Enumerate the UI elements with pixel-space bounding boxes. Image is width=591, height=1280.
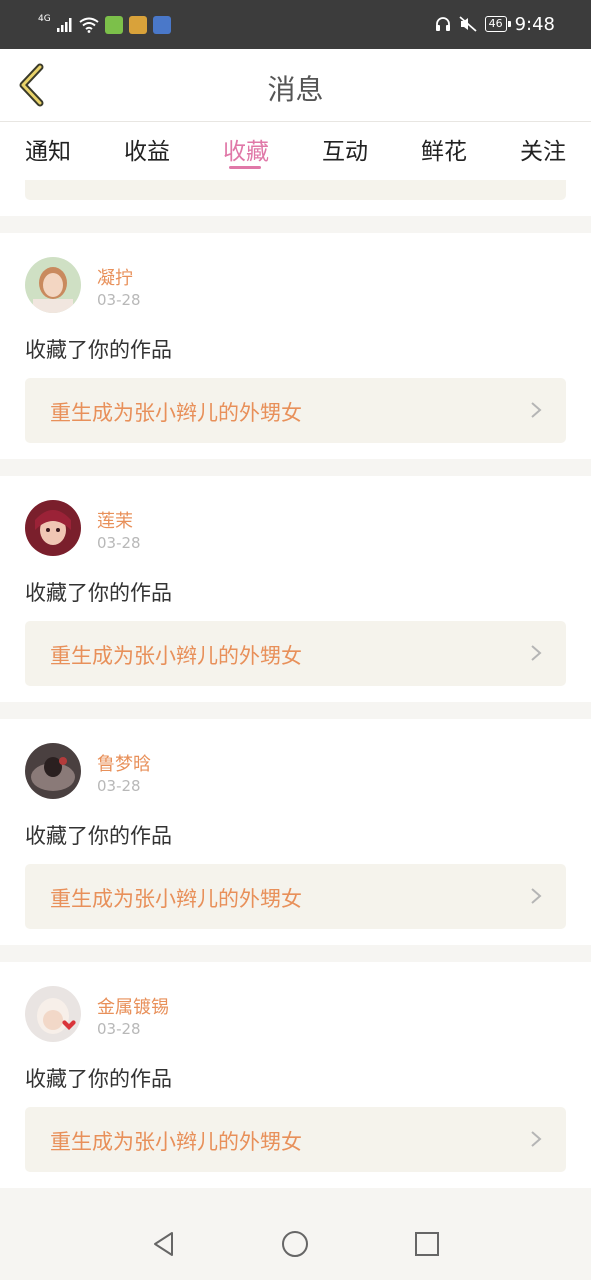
work-title: 重生成为张小辫儿的外甥女 — [50, 1130, 302, 1154]
work-link[interactable]: 重生成为张小辫儿的外甥女 — [25, 864, 566, 929]
list-item-partial — [0, 180, 591, 216]
square-recent-icon[interactable] — [413, 1230, 441, 1258]
clock: 9:48 — [514, 13, 555, 35]
avatar[interactable] — [25, 257, 81, 313]
tab-follows[interactable]: 关注 — [503, 132, 583, 166]
username[interactable]: 莲茉 — [97, 507, 133, 533]
avatar[interactable] — [25, 986, 81, 1042]
chevron-right-icon — [531, 402, 542, 418]
chevron-right-icon — [531, 888, 542, 904]
list-item: 凝拧 03-28 收藏了你的作品 重生成为张小辫儿的外甥女 — [0, 233, 591, 459]
work-link-partial[interactable] — [25, 180, 566, 200]
status-bar: 4G 46 9:48 — [0, 0, 591, 49]
avatar[interactable] — [25, 743, 81, 799]
system-navigation-bar — [0, 1206, 591, 1280]
app-notification-icon — [104, 16, 123, 34]
header-bar: 消息 — [0, 49, 591, 122]
battery-indicator: 46 — [484, 16, 511, 32]
status-right-icons: 46 9:48 — [435, 12, 555, 36]
username[interactable]: 金属镀锡 — [97, 993, 169, 1019]
chevron-right-icon — [531, 1131, 542, 1147]
username[interactable]: 鲁梦晗 — [97, 750, 151, 776]
headphones-icon — [435, 17, 450, 31]
wifi-icon — [79, 17, 99, 33]
list-item: 鲁梦晗 03-28 收藏了你的作品 重生成为张小辫儿的外甥女 — [0, 719, 591, 945]
message-text: 收藏了你的作品 — [25, 581, 172, 605]
status-left-icons: 4G — [38, 14, 171, 36]
circle-home-icon[interactable] — [281, 1230, 309, 1258]
work-title: 重生成为张小辫儿的外甥女 — [50, 401, 302, 425]
network-type-label: 4G — [38, 13, 51, 24]
tab-earnings[interactable]: 收益 — [107, 132, 187, 166]
work-link[interactable]: 重生成为张小辫儿的外甥女 — [25, 378, 566, 443]
list-item: 莲茉 03-28 收藏了你的作品 重生成为张小辫儿的外甥女 — [0, 476, 591, 702]
app-notification-icon — [152, 16, 171, 34]
tab-notifications[interactable]: 通知 — [8, 132, 88, 166]
tab-interactions[interactable]: 互动 — [305, 132, 385, 166]
triangle-back-icon[interactable] — [150, 1230, 178, 1258]
work-link[interactable]: 重生成为张小辫儿的外甥女 — [25, 621, 566, 686]
message-text: 收藏了你的作品 — [25, 338, 172, 362]
tab-bar: 通知 收益 收藏 互动 鲜花 关注 — [0, 122, 591, 180]
timestamp: 03-28 — [97, 291, 141, 309]
active-tab-indicator — [229, 166, 261, 169]
work-link[interactable]: 重生成为张小辫儿的外甥女 — [25, 1107, 566, 1172]
chevron-right-icon — [531, 645, 542, 661]
timestamp: 03-28 — [97, 534, 141, 552]
tab-flowers[interactable]: 鲜花 — [404, 132, 484, 166]
list-item: 金属镀锡 03-28 收藏了你的作品 重生成为张小辫儿的外甥女 — [0, 962, 591, 1188]
username[interactable]: 凝拧 — [97, 264, 133, 290]
app-notification-icon — [128, 16, 147, 34]
work-title: 重生成为张小辫儿的外甥女 — [50, 644, 302, 668]
message-text: 收藏了你的作品 — [25, 824, 172, 848]
timestamp: 03-28 — [97, 1020, 141, 1038]
page-title: 消息 — [267, 73, 324, 106]
message-text: 收藏了你的作品 — [25, 1067, 172, 1091]
avatar[interactable] — [25, 500, 81, 556]
signal-icon — [56, 18, 72, 32]
timestamp: 03-28 — [97, 777, 141, 795]
mute-icon — [458, 16, 477, 32]
work-title: 重生成为张小辫儿的外甥女 — [50, 887, 302, 911]
tab-favorites[interactable]: 收藏 — [206, 132, 286, 166]
